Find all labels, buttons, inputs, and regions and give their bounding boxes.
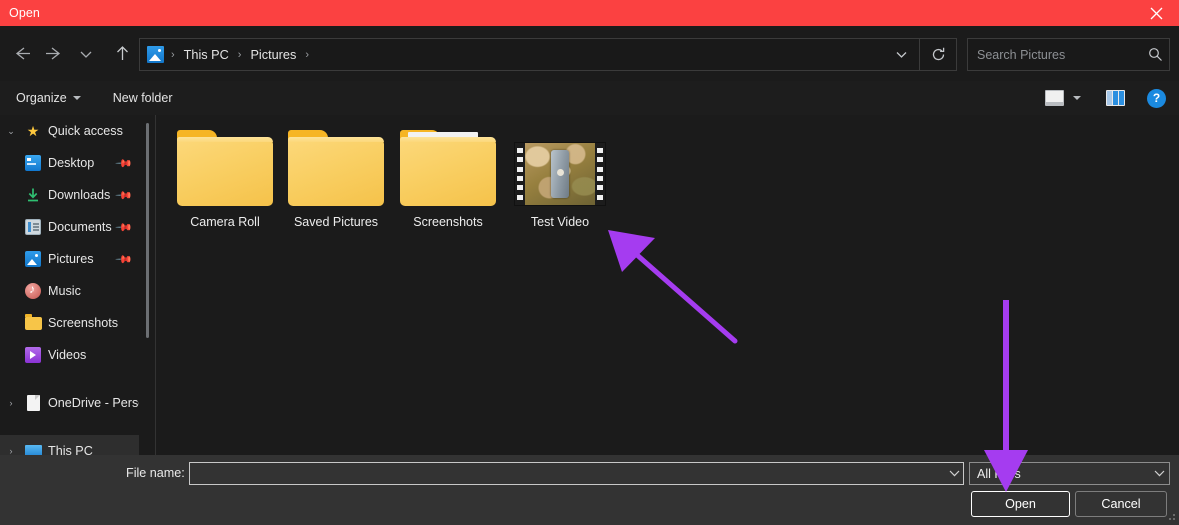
film-strip-left: [515, 143, 525, 205]
file-item-camera-roll[interactable]: Camera Roll: [169, 130, 281, 229]
folder-icon: [280, 130, 392, 206]
help-icon[interactable]: ?: [1147, 88, 1166, 108]
documents-icon: [22, 219, 44, 235]
file-item-screenshots[interactable]: Screenshots: [392, 130, 504, 229]
preview-pane-icon[interactable]: [1106, 90, 1125, 106]
search-icon[interactable]: [1141, 47, 1169, 62]
window-title: Open: [9, 6, 40, 20]
address-chevron-down-icon[interactable]: [883, 39, 919, 70]
forward-arrow-icon[interactable]: [38, 38, 70, 70]
back-arrow-icon[interactable]: [6, 38, 38, 70]
onedrive-icon: [22, 395, 44, 411]
breadcrumb-separator-end[interactable]: ›: [298, 49, 316, 61]
chevron-right-icon[interactable]: ›: [0, 398, 22, 408]
sidebar-item-pictures[interactable]: Pictures 📌: [0, 243, 139, 275]
file-type-value: All Files: [977, 466, 1021, 481]
video-preview-image: [525, 143, 595, 205]
sidebar-item-downloads[interactable]: Downloads 📌: [0, 179, 139, 211]
breadcrumb-separator: ›: [171, 48, 175, 61]
video-thumbnail-icon: [504, 134, 616, 206]
star-icon: ★: [26, 123, 40, 139]
open-file-dialog: Open › This PC › Pictures › Search Pictu…: [0, 0, 1179, 525]
organize-button[interactable]: Organize: [7, 86, 90, 110]
refresh-icon[interactable]: [920, 39, 956, 70]
folder-icon: [22, 314, 44, 330]
file-name-label: File name:: [126, 466, 185, 480]
chevron-down-icon[interactable]: ⌄: [0, 126, 22, 137]
sidebar-item-label: Desktop: [48, 156, 95, 170]
chevron-down-icon: [1073, 96, 1081, 100]
this-pc-icon: [22, 444, 44, 455]
sidebar-item-label: Documents: [48, 220, 112, 234]
chevron-down-icon: [72, 96, 81, 100]
file-name-field[interactable]: [189, 462, 964, 485]
sidebar-item-music[interactable]: Music: [0, 275, 139, 307]
sidebar-group-label: Quick access: [48, 124, 123, 138]
new-folder-button[interactable]: New folder: [104, 86, 182, 110]
pin-icon: 📌: [114, 186, 133, 205]
recent-locations-chevron-down-icon[interactable]: [70, 38, 102, 70]
file-item-label: Saved Pictures: [293, 215, 379, 229]
film-strip-right: [595, 143, 605, 205]
sidebar-item-label: Videos: [48, 348, 87, 362]
chevron-right-icon[interactable]: ›: [0, 446, 22, 455]
pin-icon: 📌: [114, 250, 133, 269]
sidebar-item-onedrive[interactable]: › OneDrive - Perso: [0, 387, 139, 419]
chevron-down-icon[interactable]: [945, 470, 963, 477]
change-view-button[interactable]: [1040, 87, 1086, 109]
sidebar-item-label: This PC: [48, 444, 93, 455]
sidebar-item-documents[interactable]: Documents 📌: [0, 211, 139, 243]
file-name-input[interactable]: [190, 466, 945, 481]
file-item-label: Screenshots: [413, 215, 483, 229]
search-placeholder: Search Pictures: [977, 47, 1066, 62]
view-layout-icon: [1045, 90, 1064, 106]
title-bar: Open: [0, 0, 1179, 26]
chevron-down-icon[interactable]: [1149, 470, 1169, 477]
sidebar-scrollbar[interactable]: [146, 123, 149, 338]
breadcrumb-pictures[interactable]: Pictures: [248, 48, 298, 62]
resize-grip[interactable]: [1166, 513, 1176, 523]
file-item-label: Test Video: [530, 215, 590, 229]
music-icon: [22, 282, 44, 299]
breadcrumb-this-pc[interactable]: This PC: [182, 48, 231, 62]
navigation-sidebar: ⌄ ★ Quick access Desktop 📌 Downloads 📌 D…: [0, 115, 139, 455]
file-list-pane[interactable]: Camera Roll Saved Pictures Screenshots T…: [156, 115, 1179, 455]
file-item-test-video[interactable]: Test Video: [504, 134, 616, 229]
file-type-dropdown[interactable]: All Files: [969, 462, 1170, 485]
sidebar-item-label: Pictures: [48, 252, 94, 266]
pin-icon: 📌: [114, 218, 133, 237]
command-bar: Organize New folder ?: [0, 81, 1179, 115]
breadcrumb-separator: ›: [237, 48, 242, 61]
address-bar[interactable]: › This PC › Pictures ›: [139, 38, 957, 71]
sidebar-item-label: Downloads: [48, 188, 111, 202]
up-arrow-icon[interactable]: [106, 38, 138, 70]
folder-icon: [169, 130, 281, 206]
videos-icon: [22, 347, 44, 363]
sidebar-item-videos[interactable]: Videos: [0, 339, 139, 371]
file-item-label: Camera Roll: [190, 215, 260, 229]
cancel-button[interactable]: Cancel: [1075, 491, 1167, 517]
search-input[interactable]: Search Pictures: [967, 38, 1170, 71]
sidebar-item-label: Music: [48, 284, 81, 298]
close-icon[interactable]: [1133, 0, 1179, 26]
sidebar-group-quick-access[interactable]: ⌄ ★ Quick access: [0, 115, 139, 147]
pictures-icon: [22, 251, 44, 267]
sidebar-item-label: Screenshots: [48, 316, 119, 330]
desktop-icon: [22, 155, 44, 171]
folder-icon: [392, 130, 504, 206]
sidebar-item-label: OneDrive - Perso: [48, 396, 139, 410]
sidebar-item-screenshots[interactable]: Screenshots: [0, 307, 139, 339]
downloads-icon: [22, 187, 44, 203]
pictures-folder-icon: [147, 46, 164, 63]
pin-icon: 📌: [114, 154, 133, 173]
organize-label: Organize: [16, 91, 67, 105]
open-button[interactable]: Open: [971, 491, 1070, 517]
file-item-saved-pictures[interactable]: Saved Pictures: [280, 130, 392, 229]
sidebar-item-this-pc[interactable]: › This PC: [0, 435, 139, 455]
sidebar-item-desktop[interactable]: Desktop 📌: [0, 147, 139, 179]
dialog-body: ⌄ ★ Quick access Desktop 📌 Downloads 📌 D…: [0, 115, 1179, 455]
